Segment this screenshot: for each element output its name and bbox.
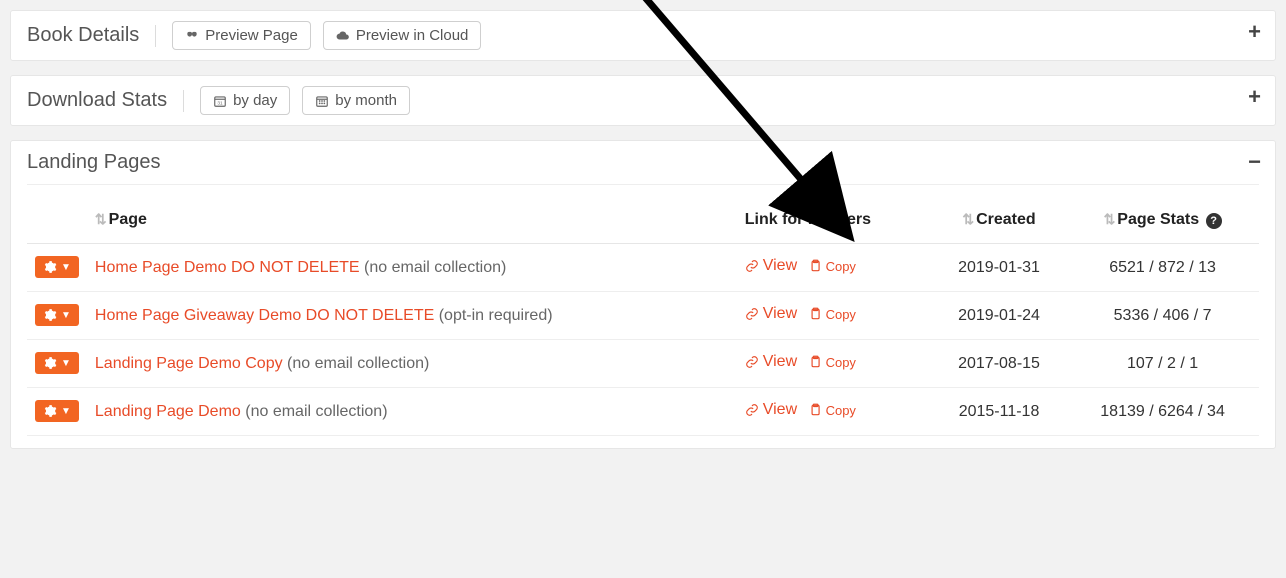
landing-pages-title: Landing Pages [27, 151, 160, 174]
copy-link[interactable]: Copy [808, 355, 856, 370]
col-page-header[interactable]: ⇅Page [87, 197, 737, 244]
page-stats: 107 / 2 / 1 [1066, 340, 1259, 388]
copy-link[interactable]: Copy [808, 259, 856, 274]
download-stats-header: Download Stats 31 by day by month [11, 76, 1275, 125]
calendar-day-icon: 31 [213, 94, 227, 108]
landing-page-link[interactable]: Home Page Demo DO NOT DELETE [95, 259, 360, 276]
gear-icon [43, 356, 57, 370]
view-link[interactable]: View [745, 401, 797, 419]
sort-icon: ⇅ [1104, 211, 1114, 227]
by-day-button[interactable]: 31 by day [200, 86, 290, 115]
view-link[interactable]: View [745, 305, 797, 323]
caret-down-icon: ▼ [61, 406, 71, 417]
link-icon [745, 403, 759, 417]
by-day-label: by day [233, 92, 277, 109]
caret-down-icon: ▼ [61, 358, 71, 369]
created-date: 2017-08-15 [932, 340, 1066, 388]
view-link[interactable]: View [745, 353, 797, 371]
landing-page-note: (no email collection) [283, 355, 430, 372]
table-row: ▼ Home Page Giveaway Demo DO NOT DELETE … [27, 292, 1259, 340]
book-details-title: Book Details [27, 24, 139, 47]
landing-page-link[interactable]: Landing Page Demo Copy [95, 355, 283, 372]
col-stats-header[interactable]: ⇅Page Stats ? [1066, 197, 1259, 244]
landing-page-link[interactable]: Home Page Giveaway Demo DO NOT DELETE [95, 307, 434, 324]
link-icon [745, 307, 759, 321]
clipboard-icon [808, 259, 822, 273]
row-actions-button[interactable]: ▼ [35, 400, 79, 422]
book-details-panel: Book Details Preview Page Preview in Clo… [10, 10, 1276, 61]
clipboard-icon [808, 307, 822, 321]
link-icon [745, 355, 759, 369]
landing-pages-table: ⇅Page Link for Readers ⇅Created ⇅Page St… [27, 197, 1259, 436]
sort-icon: ⇅ [95, 211, 105, 227]
row-actions-button[interactable]: ▼ [35, 256, 79, 278]
preview-cloud-label: Preview in Cloud [356, 27, 469, 44]
landing-pages-panel: Landing Pages − ⇅Page Link for Readers ⇅… [10, 140, 1276, 449]
created-date: 2015-11-18 [932, 388, 1066, 436]
gear-icon [43, 404, 57, 418]
page-stats: 18139 / 6264 / 34 [1066, 388, 1259, 436]
cloud-icon [336, 29, 350, 43]
landing-page-note: (opt-in required) [434, 307, 552, 324]
page-stats: 6521 / 872 / 13 [1066, 244, 1259, 292]
caret-down-icon: ▼ [61, 262, 71, 273]
copy-link[interactable]: Copy [808, 403, 856, 418]
preview-cloud-button[interactable]: Preview in Cloud [323, 21, 482, 50]
landing-pages-body: ⇅Page Link for Readers ⇅Created ⇅Page St… [11, 184, 1275, 448]
by-month-label: by month [335, 92, 397, 109]
table-row: ▼ Landing Page Demo Copy (no email colle… [27, 340, 1259, 388]
created-date: 2019-01-31 [932, 244, 1066, 292]
table-row: ▼ Landing Page Demo (no email collection… [27, 388, 1259, 436]
download-stats-title: Download Stats [27, 89, 167, 112]
calendar-month-icon [315, 94, 329, 108]
book-details-header: Book Details Preview Page Preview in Clo… [11, 11, 1275, 60]
download-stats-panel: Download Stats 31 by day by month + [10, 75, 1276, 126]
view-link[interactable]: View [745, 257, 797, 275]
gear-icon [43, 260, 57, 274]
sort-icon: ⇅ [962, 211, 972, 227]
by-month-button[interactable]: by month [302, 86, 410, 115]
divider [27, 184, 1259, 185]
col-link-header: Link for Readers [737, 197, 932, 244]
link-icon [745, 259, 759, 273]
col-created-header[interactable]: ⇅Created [932, 197, 1066, 244]
row-actions-button[interactable]: ▼ [35, 352, 79, 374]
collapse-landing-pages-button[interactable]: − [1248, 151, 1261, 173]
svg-text:31: 31 [217, 100, 223, 105]
clipboard-icon [808, 355, 822, 369]
preview-page-label: Preview Page [205, 27, 298, 44]
gear-icon [43, 308, 57, 322]
landing-page-link[interactable]: Landing Page Demo [95, 403, 241, 420]
copy-link[interactable]: Copy [808, 307, 856, 322]
expand-book-details-button[interactable]: + [1248, 21, 1261, 43]
divider [183, 90, 184, 112]
expand-download-stats-button[interactable]: + [1248, 86, 1261, 108]
row-actions-button[interactable]: ▼ [35, 304, 79, 326]
clipboard-icon [808, 403, 822, 417]
landing-page-note: (no email collection) [360, 259, 507, 276]
table-row: ▼ Home Page Demo DO NOT DELETE (no email… [27, 244, 1259, 292]
landing-pages-header: Landing Pages [11, 141, 1275, 184]
binoculars-icon [185, 29, 199, 43]
preview-page-button[interactable]: Preview Page [172, 21, 311, 50]
created-date: 2019-01-24 [932, 292, 1066, 340]
help-icon[interactable]: ? [1206, 213, 1222, 229]
page-stats: 5336 / 406 / 7 [1066, 292, 1259, 340]
caret-down-icon: ▼ [61, 310, 71, 321]
divider [155, 25, 156, 47]
landing-page-note: (no email collection) [241, 403, 388, 420]
